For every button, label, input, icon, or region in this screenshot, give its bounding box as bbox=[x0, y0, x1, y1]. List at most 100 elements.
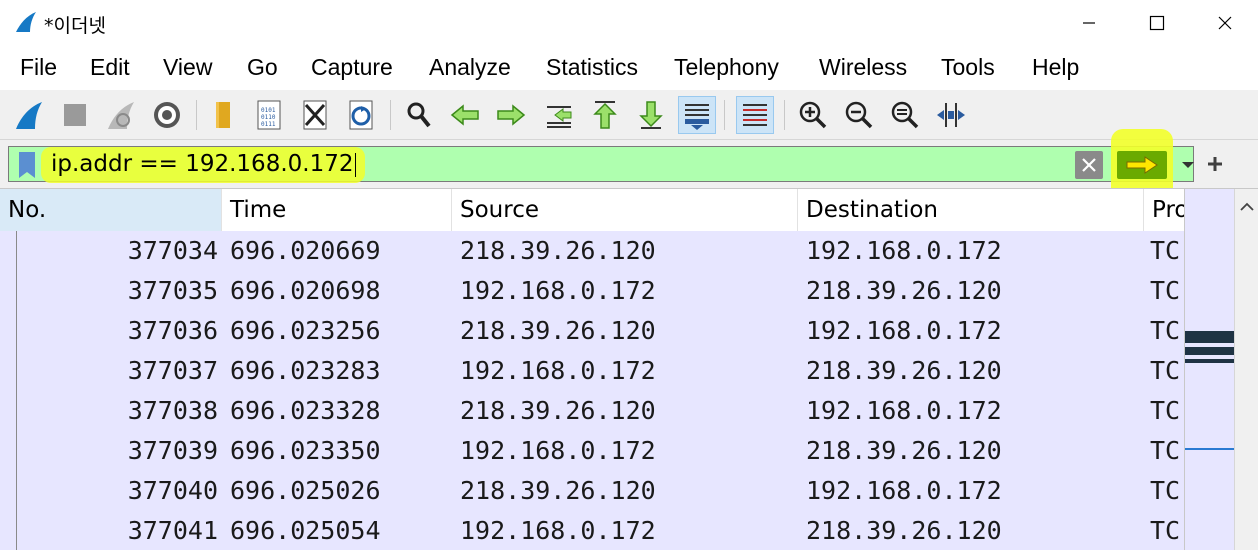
menu-wireless[interactable]: Wireless bbox=[819, 54, 907, 81]
svg-text:0101: 0101 bbox=[261, 107, 276, 114]
vertical-scrollbar[interactable] bbox=[1234, 189, 1258, 550]
cell-destination: 218.39.26.120 bbox=[806, 276, 1002, 305]
plus-icon bbox=[1208, 157, 1222, 171]
chevron-down-icon bbox=[1182, 162, 1194, 168]
cell-no: 377041 bbox=[127, 516, 218, 545]
add-filter-button-button[interactable] bbox=[1202, 146, 1228, 182]
zoom-normal-button[interactable] bbox=[886, 96, 924, 134]
find-packet-button[interactable] bbox=[400, 96, 438, 134]
open-file-button[interactable] bbox=[204, 96, 242, 134]
text-cursor bbox=[355, 152, 357, 177]
auto-scroll-icon bbox=[685, 104, 709, 130]
display-filter-bar: ip.addr == 192.168.0.172 bbox=[0, 129, 1258, 215]
cell-no: 377039 bbox=[127, 436, 218, 465]
restart-capture-icon bbox=[108, 102, 134, 129]
maximize-button[interactable] bbox=[1122, 0, 1192, 46]
cell-source: 192.168.0.172 bbox=[460, 276, 656, 305]
menu-tools[interactable]: Tools bbox=[941, 54, 995, 81]
column-header-destination[interactable]: Destination bbox=[798, 189, 1144, 231]
go-first-packet-button[interactable] bbox=[586, 96, 624, 134]
cell-time: 696.023256 bbox=[230, 316, 381, 345]
clear-filter-button[interactable] bbox=[1075, 151, 1103, 179]
column-header-time[interactable]: Time bbox=[222, 189, 452, 231]
start-capture-button[interactable] bbox=[10, 96, 48, 134]
display-filter-input[interactable]: ip.addr == 192.168.0.172 bbox=[8, 129, 1194, 215]
row-gutter bbox=[10, 311, 22, 351]
row-gutter bbox=[10, 431, 22, 471]
menu-edit[interactable]: Edit bbox=[90, 54, 130, 81]
row-gutter bbox=[10, 471, 22, 511]
menu-bar: File Edit View Go Capture Analyze Statis… bbox=[0, 46, 1258, 90]
zoom-in-button[interactable] bbox=[794, 96, 832, 134]
menu-telephony[interactable]: Telephony bbox=[674, 54, 779, 81]
packet-list: No. Time Source Destination Pro 377034 6… bbox=[0, 188, 1258, 550]
go-last-packet-button[interactable] bbox=[632, 96, 670, 134]
scroll-up-button[interactable] bbox=[1235, 189, 1258, 225]
apply-filter-button[interactable] bbox=[1117, 151, 1167, 179]
packet-row[interactable]: 377035 696.020698 192.168.0.172 218.39.2… bbox=[0, 271, 1184, 311]
cell-source: 192.168.0.172 bbox=[460, 356, 656, 385]
packet-row[interactable]: 377038 696.023328 218.39.26.120 192.168.… bbox=[0, 391, 1184, 431]
cell-time: 696.025054 bbox=[230, 516, 381, 545]
colorize-button[interactable] bbox=[736, 96, 774, 134]
packet-row[interactable]: 377036 696.023256 218.39.26.120 192.168.… bbox=[0, 311, 1184, 351]
go-forward-button[interactable] bbox=[492, 96, 530, 134]
cell-source: 218.39.26.120 bbox=[460, 236, 656, 265]
restart-capture-button[interactable] bbox=[102, 96, 140, 134]
zoom-out-button[interactable] bbox=[840, 96, 878, 134]
go-to-packet-button[interactable] bbox=[540, 96, 578, 134]
go-last-packet-icon bbox=[639, 101, 663, 129]
menu-view[interactable]: View bbox=[163, 54, 212, 81]
cell-destination: 192.168.0.172 bbox=[806, 396, 1002, 425]
cell-source: 192.168.0.172 bbox=[460, 516, 656, 545]
capture-options-button[interactable] bbox=[148, 96, 186, 134]
resize-columns-button[interactable] bbox=[932, 96, 970, 134]
cell-time: 696.023328 bbox=[230, 396, 381, 425]
cell-protocol: TC bbox=[1150, 356, 1181, 385]
packet-rows: 377034 696.020669 218.39.26.120 192.168.… bbox=[0, 231, 1184, 550]
auto-scroll-button[interactable] bbox=[678, 96, 716, 134]
row-gutter bbox=[10, 231, 22, 271]
cell-time: 696.023350 bbox=[230, 436, 381, 465]
packet-row[interactable]: 377041 696.025054 192.168.0.172 218.39.2… bbox=[0, 511, 1184, 550]
cell-destination: 192.168.0.172 bbox=[806, 476, 1002, 505]
packet-row[interactable]: 377039 696.023350 192.168.0.172 218.39.2… bbox=[0, 431, 1184, 471]
open-file-icon bbox=[216, 102, 230, 128]
cell-no: 377038 bbox=[127, 396, 218, 425]
save-file-button[interactable]: 0101 0110 0111 bbox=[250, 96, 288, 134]
bookmark-icon[interactable] bbox=[17, 151, 37, 179]
menu-analyze[interactable]: Analyze bbox=[429, 54, 511, 81]
cell-no: 377036 bbox=[127, 316, 218, 345]
go-back-button[interactable] bbox=[446, 96, 484, 134]
close-file-button[interactable] bbox=[296, 96, 334, 134]
filter-history-dropdown[interactable] bbox=[1175, 151, 1201, 179]
minimap-marker bbox=[1185, 331, 1235, 343]
packet-row[interactable]: 377037 696.023283 192.168.0.172 218.39.2… bbox=[0, 351, 1184, 391]
menu-go[interactable]: Go bbox=[247, 54, 278, 81]
stop-capture-button[interactable] bbox=[56, 96, 94, 134]
cell-destination: 192.168.0.172 bbox=[806, 236, 1002, 265]
packet-minimap[interactable] bbox=[1184, 189, 1235, 550]
minimize-button[interactable] bbox=[1054, 0, 1124, 46]
cell-protocol: TC bbox=[1150, 316, 1181, 345]
menu-file[interactable]: File bbox=[20, 54, 57, 81]
go-back-icon bbox=[450, 104, 479, 126]
column-header-no[interactable]: No. bbox=[0, 189, 222, 231]
cell-protocol: TC bbox=[1150, 396, 1181, 425]
reload-file-button[interactable] bbox=[342, 96, 380, 134]
stop-capture-icon bbox=[64, 104, 86, 126]
close-icon bbox=[1218, 16, 1232, 30]
column-header-source[interactable]: Source bbox=[452, 189, 798, 231]
menu-capture[interactable]: Capture bbox=[311, 54, 393, 81]
cell-protocol: TC bbox=[1150, 236, 1181, 265]
row-gutter bbox=[10, 511, 22, 550]
packet-row[interactable]: 377040 696.025026 218.39.26.120 192.168.… bbox=[0, 471, 1184, 511]
menu-help[interactable]: Help bbox=[1032, 54, 1079, 81]
zoom-out-icon bbox=[845, 101, 873, 129]
packet-row[interactable]: 377034 696.020669 218.39.26.120 192.168.… bbox=[0, 231, 1184, 271]
close-button[interactable] bbox=[1190, 0, 1258, 46]
title-bar: *이더넷 bbox=[0, 0, 1258, 46]
column-header-protocol[interactable]: Pro bbox=[1144, 189, 1184, 231]
close-file-icon bbox=[303, 100, 327, 130]
menu-statistics[interactable]: Statistics bbox=[546, 54, 638, 81]
